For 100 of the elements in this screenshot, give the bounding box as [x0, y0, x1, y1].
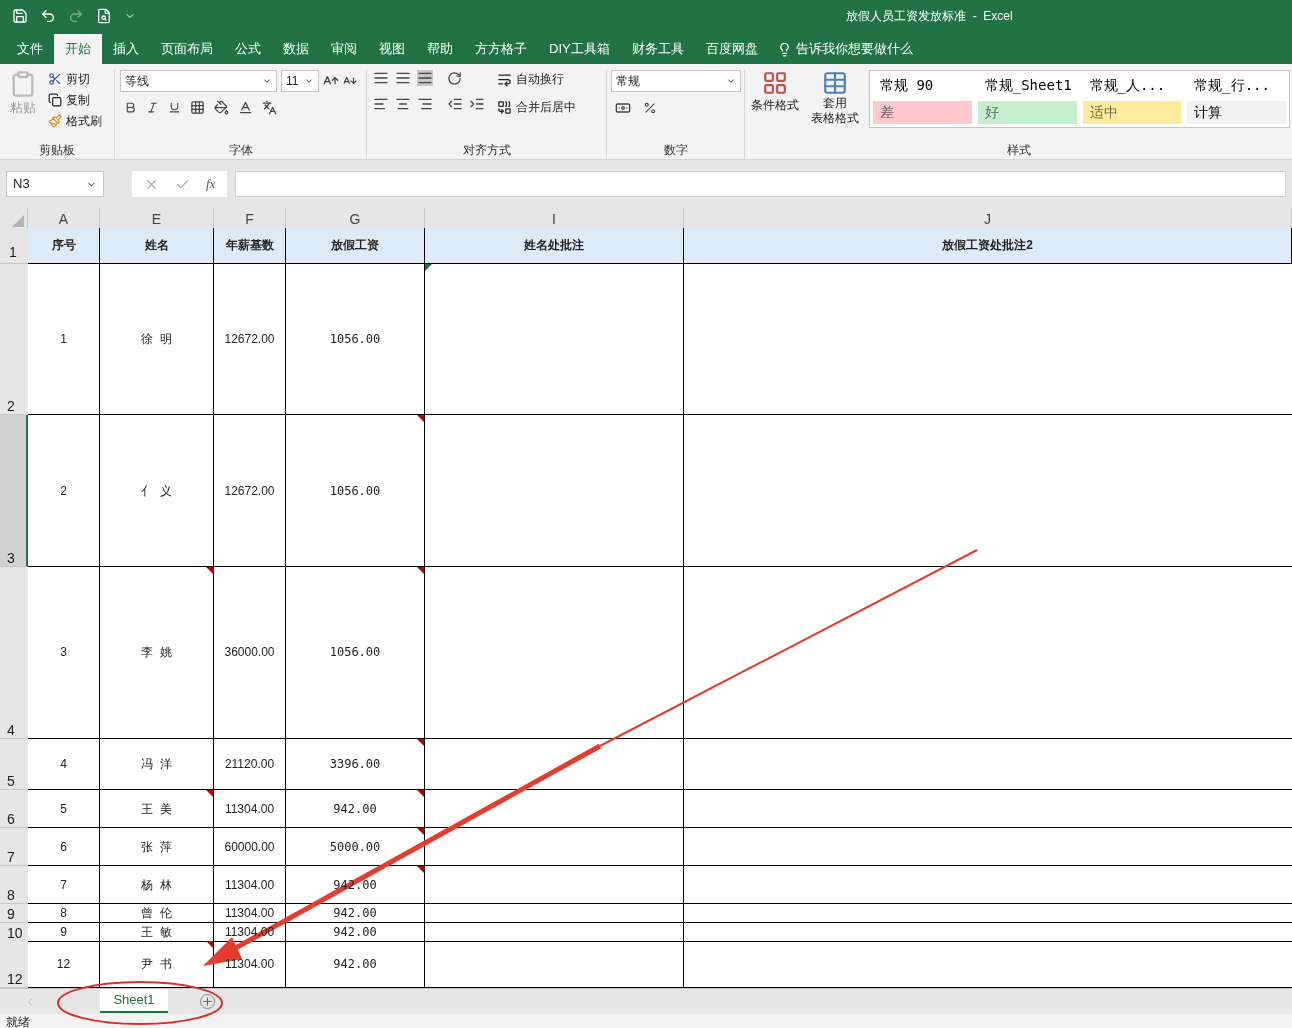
table-cell-text: 尹 书 [141, 956, 172, 974]
format-as-table-button[interactable]: 套用 表格格式 [805, 70, 865, 141]
font-color-icon[interactable] [238, 100, 253, 115]
middle-align-icon[interactable] [395, 70, 411, 86]
group-label: 数字 [662, 142, 689, 159]
ribbon-tab[interactable]: 视图 [368, 34, 416, 64]
table-cell: 4 [28, 738, 100, 791]
font-size-dropdown[interactable]: 11 [281, 70, 319, 92]
cut-button[interactable]: 剪切 [48, 70, 102, 88]
table-cell-text: 942.00 [333, 956, 377, 974]
table-cell-text: 张 萍 [141, 838, 172, 856]
undo-icon[interactable] [40, 8, 56, 24]
scissors-icon [48, 72, 62, 86]
copy-icon [48, 93, 62, 107]
table-cell: 9 [28, 923, 100, 943]
window-title: 放假人员工资发放标准 - Excel [846, 8, 1013, 25]
ribbon-tab[interactable]: 审阅 [320, 34, 368, 64]
ribbon-tab[interactable]: 页面布局 [150, 34, 224, 64]
conditional-format-button[interactable]: 条件格式 [749, 70, 801, 141]
formula-input[interactable] [235, 171, 1286, 197]
align-left-icon[interactable] [373, 96, 389, 112]
ribbon-tab[interactable]: 帮助 [416, 34, 464, 64]
ribbon-tab[interactable]: 公式 [224, 34, 272, 64]
header-cell: 姓名处批注 [425, 228, 684, 264]
table-icon [822, 70, 848, 96]
cell-style[interactable]: 适中 [1082, 100, 1182, 124]
insert-function-button[interactable]: fx [206, 174, 216, 194]
border-icon[interactable] [190, 100, 205, 115]
italic-icon[interactable] [146, 101, 159, 114]
table-cell: 5 [28, 790, 100, 829]
name-box[interactable]: N3 [6, 171, 104, 197]
ribbon-tab[interactable]: 方方格子 [464, 34, 538, 64]
font-name-dropdown[interactable]: 等线 [120, 70, 277, 92]
wrap-text-button[interactable]: 自动换行 [497, 70, 576, 88]
row-header[interactable]: 12 [0, 941, 28, 988]
table-cell-text: 王 美 [141, 800, 172, 818]
ribbon-tab[interactable]: 百度网盘 [694, 34, 769, 64]
row-header[interactable]: 2 [0, 263, 28, 416]
table-cell-text: 36000.00 [224, 644, 275, 662]
orientation-icon[interactable] [447, 70, 462, 86]
merge-center-button[interactable]: 合并后居中 [497, 98, 576, 116]
merge-icon [497, 99, 512, 115]
table-cell-text: 11304.00 [224, 956, 275, 974]
paintbrush-icon [48, 114, 62, 128]
header-cell: 序号 [28, 228, 100, 264]
header-cell: 放假工资 [286, 228, 425, 264]
row-header[interactable]: 8 [0, 866, 28, 905]
add-sheet-icon[interactable] [200, 994, 215, 1009]
sheet-tab[interactable]: Sheet1 [100, 989, 168, 1013]
indent-decrease-icon[interactable] [447, 96, 463, 112]
ribbon-tab[interactable]: 插入 [102, 34, 150, 64]
table-cell-text: 1056.00 [329, 331, 381, 349]
phonetic-icon[interactable] [262, 100, 277, 115]
top-align-icon[interactable] [373, 70, 389, 86]
table-cell-text: 12672.00 [224, 482, 275, 500]
currency-icon[interactable] [615, 100, 631, 116]
table-cell-text: 亻 义 [141, 482, 172, 500]
group-label: 剪贴板 [38, 142, 76, 159]
table-cell-text: 11304.00 [224, 905, 275, 923]
ribbon-tab[interactable]: 开始 [54, 34, 102, 64]
row-header[interactable]: 5 [0, 738, 28, 791]
percent-icon[interactable] [643, 100, 657, 116]
table-cell-text: 11304.00 [224, 800, 275, 818]
ribbon-tab[interactable]: DIY工具箱 [538, 34, 621, 64]
bold-icon[interactable] [124, 101, 137, 114]
indent-increase-icon[interactable] [469, 96, 485, 112]
group-label: 字体 [227, 142, 254, 159]
row-header[interactable]: 6 [0, 790, 28, 829]
table-cell: 1 [28, 263, 100, 416]
copy-button[interactable]: 复制 [48, 91, 102, 109]
table-cell-text: 王 敏 [141, 924, 172, 942]
format-painter-button[interactable]: 格式刷 [48, 112, 102, 130]
cell-style[interactable]: 好 [977, 100, 1077, 124]
row-header[interactable]: 9 [0, 904, 28, 924]
cell-style[interactable]: 差 [873, 100, 972, 124]
table-cell-text: 徐 明 [141, 331, 172, 349]
table-cell: 8 [28, 904, 100, 924]
row-header[interactable]: 1 [0, 228, 28, 264]
ribbon-tab[interactable]: 文件 [6, 34, 54, 64]
align-right-icon[interactable] [417, 96, 433, 112]
row-header[interactable]: 3 [0, 415, 28, 568]
row-header[interactable]: 7 [0, 828, 28, 867]
bottom-align-icon[interactable] [417, 70, 433, 86]
ribbon-tab[interactable]: 财务工具 [620, 34, 695, 64]
conditional-format-icon [762, 70, 788, 96]
group-label: 样式 [1005, 142, 1032, 159]
table-cell-text: 冯 洋 [141, 756, 172, 773]
table-cell: 2 [28, 415, 100, 568]
print-preview-icon[interactable] [96, 8, 112, 24]
table-cell-text: 曾 伦 [141, 905, 172, 923]
underline-icon[interactable] [168, 101, 181, 114]
ribbon-tab[interactable]: 数据 [272, 34, 320, 64]
align-center-icon[interactable] [395, 96, 411, 112]
row-header[interactable]: 4 [0, 567, 28, 739]
number-format-dropdown[interactable]: 常规 [611, 70, 741, 92]
fill-color-icon[interactable] [214, 100, 229, 115]
save-icon[interactable] [12, 8, 28, 24]
table-cell-text: 1056.00 [329, 482, 381, 500]
cell-style[interactable]: 计算 [1187, 100, 1286, 124]
tell-me-field[interactable]: 告诉我你想要做什么 [795, 39, 913, 59]
